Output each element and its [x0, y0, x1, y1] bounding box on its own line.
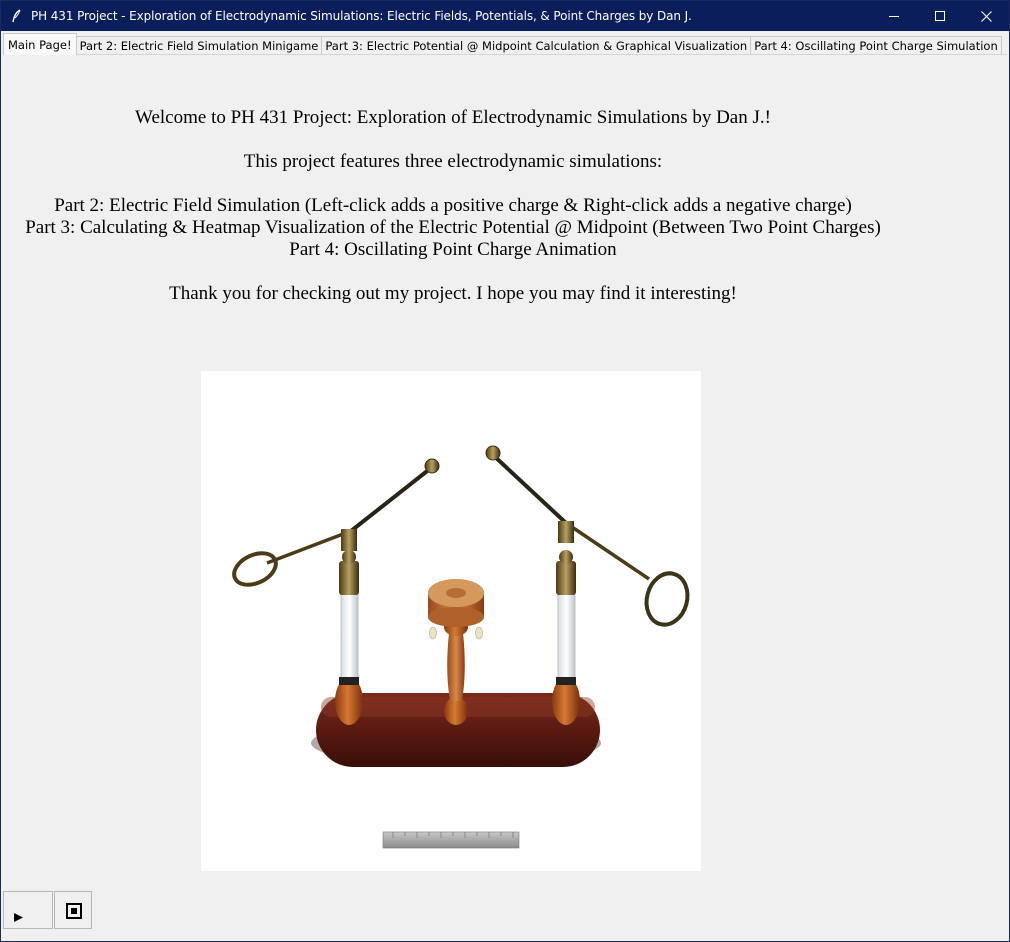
- window-title: PH 431 Project - Exploration of Electrod…: [31, 9, 692, 23]
- title-bar[interactable]: PH 431 Project - Exploration of Electrod…: [1, 1, 1009, 31]
- play-button[interactable]: [3, 891, 53, 929]
- tab-part3-electric-potential[interactable]: Part 3: Electric Potential @ Midpoint Ca…: [321, 36, 752, 55]
- maximize-button[interactable]: [917, 1, 963, 31]
- maximize-icon: [935, 11, 945, 21]
- tab-part2-electric-field[interactable]: Part 2: Electric Field Simulation Miniga…: [75, 36, 323, 55]
- main-page-panel: Welcome to PH 431 Project: Exploration o…: [3, 54, 1007, 941]
- stop-icon: [66, 903, 82, 923]
- part3-description: Part 3: Calculating & Heatmap Visualizat…: [25, 217, 881, 238]
- part2-description: Part 2: Electric Field Simulation (Left-…: [54, 195, 852, 216]
- app-window: PH 431 Project - Exploration of Electrod…: [0, 0, 1010, 942]
- tab-main-page[interactable]: Main Page!: [3, 33, 77, 55]
- close-icon: [980, 10, 992, 22]
- thanks-text: Thank you for checking out my project. I…: [169, 283, 737, 304]
- notebook-tabs: Main Page! Part 2: Electric Field Simula…: [3, 33, 1002, 55]
- part4-description: Part 4: Oscillating Point Charge Animati…: [289, 239, 617, 260]
- features-heading: This project features three electrodynam…: [243, 151, 663, 172]
- play-icon: [14, 907, 23, 926]
- feather-icon: [11, 8, 23, 23]
- tab-part4-oscillating-charge[interactable]: Part 4: Oscillating Point Charge Simulat…: [750, 36, 1002, 55]
- welcome-text: Welcome to PH 431 Project: Exploration o…: [135, 107, 771, 128]
- media-controls: [3, 891, 92, 929]
- stop-button[interactable]: [54, 891, 92, 929]
- minimize-icon: [889, 11, 899, 21]
- minimize-button[interactable]: [871, 1, 917, 31]
- close-button[interactable]: [963, 1, 1009, 31]
- apparatus-photo: [201, 371, 701, 871]
